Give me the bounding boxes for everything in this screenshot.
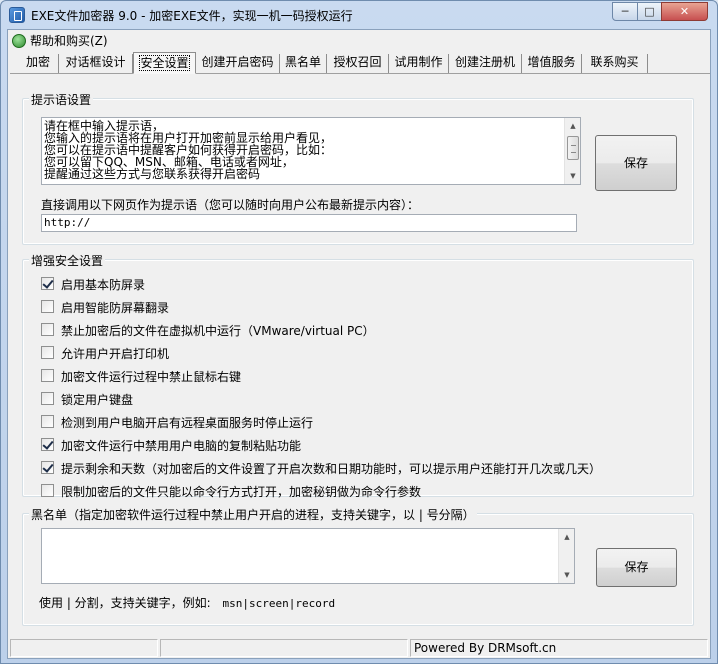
title-bar[interactable]: EXE文件加密器 9.0 - 加密EXE文件，实现一机一码授权运行 ─ □ ✕ (1, 1, 717, 29)
prompt-textarea[interactable]: 请在框中输入提示语， 您输入的提示语将在用户打开加密前显示给用户看见， 您可以在… (41, 117, 581, 185)
blacklist-scrollbar[interactable]: ▲ ▼ (558, 529, 574, 583)
app-window: EXE文件加密器 9.0 - 加密EXE文件，实现一机一码授权运行 ─ □ ✕ … (0, 0, 718, 664)
blacklist-hint-example: msn|screen|record (222, 597, 336, 610)
tab-create-open-password[interactable]: 创建开启密码 (196, 54, 280, 73)
checkbox[interactable] (41, 346, 54, 359)
scroll-down-arrow-icon[interactable]: ▼ (559, 567, 574, 583)
app-icon (9, 7, 25, 23)
status-powered-by: Powered By DRMsoft.cn (410, 639, 708, 657)
prompt-settings-title: 提示语设置 (29, 91, 94, 108)
url-input[interactable]: http:// (41, 214, 577, 232)
checkbox[interactable] (41, 415, 54, 428)
checkbox[interactable] (41, 369, 54, 382)
prompt-settings-group: 提示语设置 请在框中输入提示语， 您输入的提示语将在用户打开加密前显示给用户看见… (22, 91, 694, 245)
blacklist-save-button[interactable]: 保存 (596, 548, 677, 587)
client-area: 帮助和购买(Z) 加密 对话框设计 安全设置 创建开启密码 黑名单 授权召回 试… (7, 29, 711, 659)
green-globe-icon (12, 34, 26, 48)
window-title: EXE文件加密器 9.0 - 加密EXE文件，实现一机一码授权运行 (31, 9, 353, 23)
scroll-thumb[interactable] (567, 136, 579, 160)
status-pane-1 (10, 639, 158, 657)
tab-value-added[interactable]: 增值服务 (522, 54, 582, 73)
minimize-button[interactable]: ─ (612, 2, 638, 21)
tab-encrypt[interactable]: 加密 (18, 54, 59, 73)
close-button[interactable]: ✕ (661, 2, 708, 21)
tab-create-keygen[interactable]: 创建注册机 (449, 54, 522, 73)
checkbox-checked[interactable] (41, 438, 54, 451)
blacklist-title: 黑名单（指定加密软件运行过程中禁止用户开启的进程，支持关键字，以 | 号分隔） (29, 506, 477, 523)
menu-help-label: 帮助和购买(Z) (30, 34, 108, 48)
checkbox[interactable] (41, 484, 54, 497)
prompt-scrollbar[interactable]: ▲ ▼ (564, 118, 580, 184)
menu-help-and-buy[interactable]: 帮助和购买(Z) (10, 32, 112, 50)
scroll-up-arrow-icon[interactable]: ▲ (559, 529, 574, 545)
menu-bar: 帮助和购买(Z) (8, 30, 710, 52)
tab-dialog-design[interactable]: 对话框设计 (59, 54, 133, 73)
scroll-down-arrow-icon[interactable]: ▼ (565, 168, 580, 184)
security-settings-title: 增强安全设置 (29, 252, 106, 269)
tab-trial-making[interactable]: 试用制作 (389, 54, 449, 73)
blacklist-hint-prefix: 使用 | 分割，支持关键字，例如: (39, 596, 211, 610)
status-pane-2 (160, 639, 408, 657)
scroll-up-arrow-icon[interactable]: ▲ (565, 118, 580, 134)
maximize-button[interactable]: □ (637, 2, 662, 21)
checkbox[interactable] (41, 323, 54, 336)
prompt-save-button[interactable]: 保存 (595, 135, 677, 191)
status-bar: Powered By DRMsoft.cn (8, 636, 710, 658)
tab-license-recall[interactable]: 授权召回 (327, 54, 389, 73)
url-label: 直接调用以下网页作为提示语（您可以随时向用户公布最新提示内容）： (41, 198, 420, 212)
checkbox-checked[interactable] (41, 461, 54, 474)
blacklist-textarea[interactable]: ▲ ▼ (41, 528, 575, 584)
tab-security-settings[interactable]: 安全设置 (133, 52, 196, 74)
tab-blacklist[interactable]: 黑名单 (280, 54, 327, 73)
blacklist-hint: 使用 | 分割，支持关键字，例如: msn|screen|record (39, 594, 335, 611)
checkbox[interactable] (41, 300, 54, 313)
checkbox-checked[interactable] (41, 277, 54, 290)
checkbox[interactable] (41, 392, 54, 405)
prompt-line: 提醒通过这些方式与您联系获得开启密码 (44, 167, 261, 181)
blacklist-group: 黑名单（指定加密软件运行过程中禁止用户开启的进程，支持关键字，以 | 号分隔） … (22, 506, 694, 626)
security-settings-group: 增强安全设置 启用基本防屏录 启用智能防屏幕翻录 禁止加密后的文件在虚拟机中运行… (22, 252, 694, 499)
tab-strip: 加密 对话框设计 安全设置 创建开启密码 黑名单 授权召回 试用制作 创建注册机… (10, 52, 710, 74)
tab-contact-purchase[interactable]: 联系购买 (582, 54, 648, 73)
